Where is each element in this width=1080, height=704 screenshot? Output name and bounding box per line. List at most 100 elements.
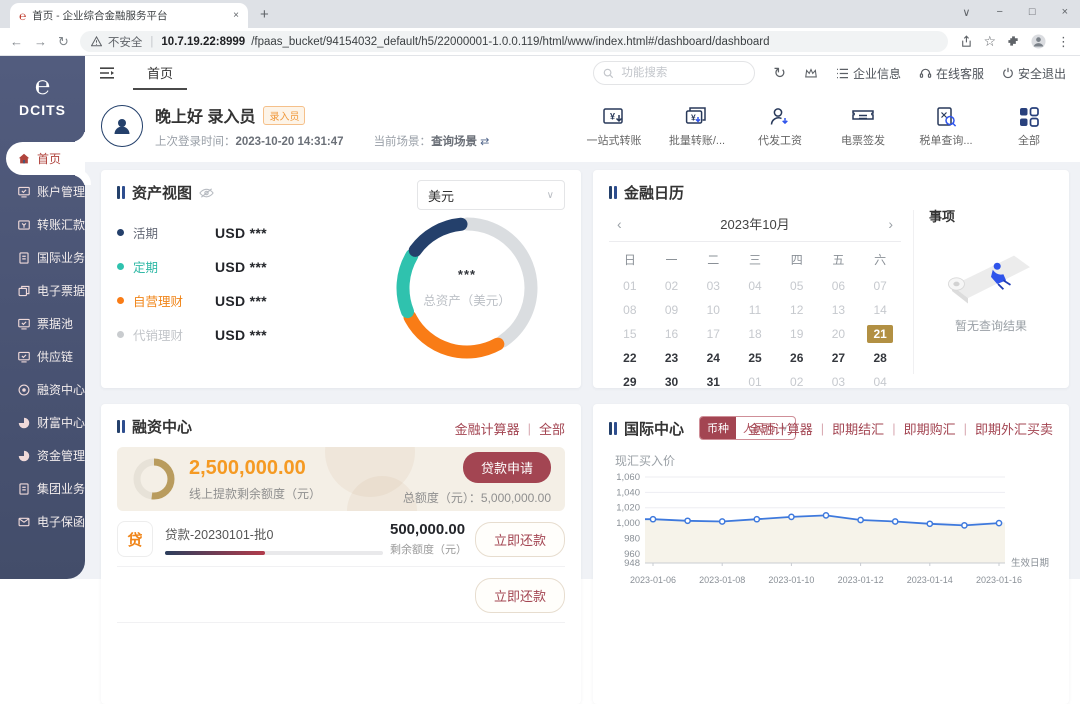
quick-action-payroll[interactable]: 代发工资 (751, 105, 809, 148)
theme-crown-icon[interactable] (804, 67, 818, 79)
calendar-day[interactable]: 31 (692, 371, 734, 393)
tab-home[interactable]: 首页 (133, 56, 187, 90)
sidebar-item-home[interactable]: 首页 (6, 142, 85, 175)
quick-action-all[interactable]: 全部 (1000, 105, 1058, 148)
intl-link-3[interactable]: 即期购汇 (904, 419, 956, 438)
sidebar-item-guarantee[interactable]: 电子保函 (6, 505, 85, 538)
intl-link-2[interactable]: 即期结汇 (832, 419, 884, 438)
sidebar-item-international[interactable]: 国际业务 (6, 241, 85, 274)
repay-button[interactable]: 立即还款 (475, 578, 565, 613)
quick-action-one-stop-transfer[interactable]: ¥一站式转账 (585, 105, 643, 148)
calendar-day[interactable]: 18 (734, 323, 776, 345)
financing-link-1[interactable]: 金融计算器 (455, 419, 520, 438)
intl-link-4[interactable]: 即期外汇买卖 (975, 419, 1053, 438)
tab-close-icon[interactable]: × (233, 10, 239, 21)
calendar-day[interactable]: 02 (651, 275, 693, 297)
asset-card-title: 资产视图 (132, 182, 192, 203)
calendar-day[interactable]: 22 (609, 347, 651, 369)
eye-off-icon[interactable] (199, 187, 214, 199)
share-icon[interactable] (959, 35, 972, 48)
calendar-day[interactable]: 27 (818, 347, 860, 369)
browser-tab[interactable]: ℮ 首页 - 企业综合金融服务平台 × (10, 3, 248, 28)
calendar-day[interactable]: 13 (818, 299, 860, 321)
new-tab-button[interactable]: + (260, 6, 269, 23)
calendar-day[interactable]: 01 (734, 371, 776, 393)
search-input[interactable] (593, 61, 755, 85)
calendar-day[interactable]: 01 (609, 275, 651, 297)
svg-text:2023-01-06: 2023-01-06 (630, 575, 676, 585)
calendar-day[interactable]: 09 (651, 299, 693, 321)
calendar-day[interactable]: 24 (692, 347, 734, 369)
sidebar-item-accounts[interactable]: 账户管理 (6, 175, 85, 208)
sidebar-item-group[interactable]: 集团业务 (6, 472, 85, 505)
logout-button[interactable]: 安全退出 (1002, 65, 1066, 82)
calendar-day[interactable]: 06 (818, 275, 860, 297)
refresh-icon[interactable]: ↻ (773, 64, 786, 82)
window-close-icon[interactable]: × (1062, 6, 1068, 19)
calendar-card-title: 金融日历 (624, 182, 684, 203)
financial-calendar-card: 金融日历 ‹ 2023年10月 › 日一二三四五六010203040506070… (593, 170, 1069, 388)
svg-text:¥: ¥ (610, 111, 615, 121)
calendar-day[interactable]: 26 (776, 347, 818, 369)
calendar-day[interactable]: 17 (692, 323, 734, 345)
profile-icon[interactable] (1031, 34, 1046, 49)
back-icon[interactable]: ← (10, 34, 23, 49)
switch-scene-icon[interactable]: ⇄ (480, 136, 489, 148)
next-month-icon[interactable]: › (884, 216, 897, 232)
online-service-button[interactable]: 在线客服 (919, 65, 984, 82)
sidebar-item-transfer[interactable]: 转账汇款 (6, 208, 85, 241)
calendar-day[interactable]: 08 (609, 299, 651, 321)
enterprise-info-button[interactable]: 企业信息 (836, 65, 901, 82)
calendar-day[interactable]: 20 (818, 323, 860, 345)
intl-link-1[interactable]: 金融计算器 (748, 419, 813, 438)
calendar-day[interactable]: 19 (776, 323, 818, 345)
forward-icon[interactable]: → (34, 34, 47, 49)
calendar-day[interactable]: 23 (651, 347, 693, 369)
calendar-day[interactable]: 15 (609, 323, 651, 345)
calendar-day[interactable]: 07 (859, 275, 901, 297)
sidebar-item-wealth[interactable]: 财富中心 (6, 406, 85, 439)
calendar-day[interactable]: 14 (859, 299, 901, 321)
calendar-day[interactable]: 21 (859, 323, 901, 345)
calendar-day[interactable]: 25 (734, 347, 776, 369)
search-field[interactable] (619, 66, 723, 80)
repay-button[interactable]: 立即还款 (475, 522, 565, 557)
prev-month-icon[interactable]: ‹ (613, 216, 626, 232)
calendar-day[interactable]: 28 (859, 347, 901, 369)
sidebar-item-financing[interactable]: 融资中心 (6, 373, 85, 406)
calendar-day[interactable]: 03 (818, 371, 860, 393)
calendar-day[interactable]: 04 (734, 275, 776, 297)
calendar-day[interactable]: 03 (692, 275, 734, 297)
window-minimize-icon[interactable]: − (996, 6, 1002, 19)
user-icon (110, 114, 134, 138)
sidebar-item-supply-chain[interactable]: 供应链 (6, 340, 85, 373)
financing-card-title: 融资中心 (132, 416, 192, 437)
sidebar-item-bill-pool[interactable]: 票据池 (6, 307, 85, 340)
calendar-day[interactable]: 16 (651, 323, 693, 345)
extensions-icon[interactable] (1007, 35, 1020, 48)
bookmark-star-icon[interactable]: ☆ (983, 33, 996, 50)
collapse-menu-icon[interactable] (99, 66, 115, 80)
menu-dots-icon[interactable]: ⋮ (1057, 34, 1070, 50)
sidebar-item-funds[interactable]: 资金管理 (6, 439, 85, 472)
calendar-day[interactable]: 11 (734, 299, 776, 321)
window-chevron-icon[interactable]: ∨ (962, 6, 970, 19)
one-stop-transfer-icon: ¥ (585, 105, 643, 129)
calendar-day[interactable]: 30 (651, 371, 693, 393)
quick-action-batch-transfer[interactable]: ¥批量转账/... (668, 105, 726, 148)
url-bar[interactable]: 不安全 | 10.7.19.22:8999 /fpaas_bucket/9415… (80, 31, 949, 52)
calendar-day[interactable]: 29 (609, 371, 651, 393)
calendar-day[interactable]: 02 (776, 371, 818, 393)
financing-link-2[interactable]: 全部 (539, 419, 565, 438)
calendar-day[interactable]: 04 (859, 371, 901, 393)
reload-icon[interactable]: ↻ (58, 34, 69, 50)
sidebar-item-e-bill[interactable]: 电子票据 (6, 274, 85, 307)
security-label: 不安全 (108, 34, 143, 50)
window-maximize-icon[interactable]: □ (1029, 6, 1036, 19)
calendar-day[interactable]: 05 (776, 275, 818, 297)
quick-action-e-bill-issue[interactable]: 电票签发 (834, 105, 892, 148)
loan-apply-button[interactable]: 贷款申请 (463, 452, 551, 483)
calendar-day[interactable]: 12 (776, 299, 818, 321)
calendar-day[interactable]: 10 (692, 299, 734, 321)
quick-action-tax-query[interactable]: 税单查询... (917, 105, 975, 148)
